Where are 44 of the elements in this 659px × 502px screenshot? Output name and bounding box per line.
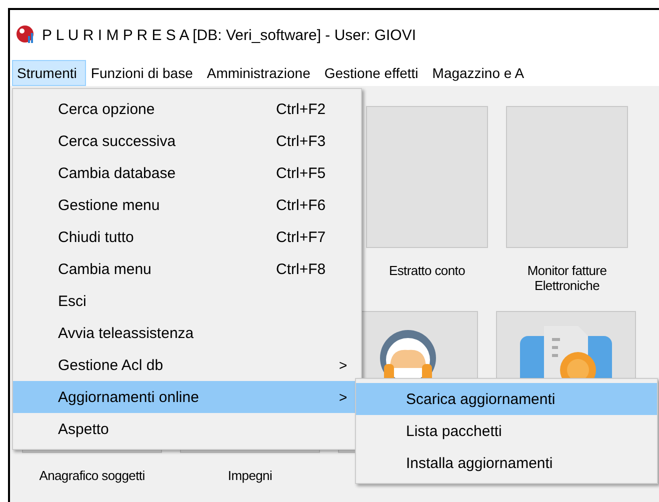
submenu-item[interactable]: Scarica aggiornamenti [356,383,657,415]
tile-button[interactable] [506,106,628,248]
menu-item-label: Avvia teleassistenza [58,324,194,342]
menu-item[interactable]: Gestione menu Ctrl+F6 [13,189,361,221]
submenu-arrow: > [339,389,348,405]
menu-item-label: Cambia database [58,164,176,182]
menu-item-label: Esci [58,292,86,310]
shortcut-text: Ctrl+F6 [276,196,326,214]
tile-label: Impegni [228,468,272,483]
menu-item[interactable]: Gestione Acl db > [13,349,361,381]
shortcut-text: Ctrl+F3 [276,132,326,150]
submenu-item[interactable]: Lista pacchetti [356,415,657,447]
menu-item-label: Cerca successiva [58,132,176,150]
menu-item-label: Cambia menu [58,260,152,278]
menu-item[interactable]: Cerca opzione Ctrl+F2 [13,93,361,125]
shortcut-text: Ctrl+F5 [276,164,326,182]
submenu-item[interactable]: Installa aggiornamenti [356,447,657,479]
menu-bar-item[interactable]: Gestione effetti [319,60,428,86]
menu-item[interactable]: Cerca successiva Ctrl+F3 [13,125,361,157]
menu-item[interactable]: Avvia teleassistenza [13,317,361,349]
app-logo-icon [16,25,36,45]
menu-bar-item[interactable]: Magazzino e A [427,60,534,86]
menu-bar-item[interactable]: Amministrazione [202,60,320,86]
shortcut-text: Ctrl+F2 [276,100,326,118]
menu-bar-item[interactable]: Strumenti [12,60,86,86]
tile-label: Estratto conto [388,263,465,278]
submenu-arrow: > [339,357,348,373]
menu-item-label: Aspetto [58,420,109,438]
tile-button[interactable] [366,106,488,248]
menu-item-label: Chiudi tutto [58,228,134,246]
shortcut-text: Ctrl+F7 [276,228,326,246]
window-title: P L U R I M P R E S A [DB: Veri_software] - User: GIOVI [42,26,416,44]
menu-item[interactable]: Cambia database Ctrl+F5 [13,157,361,189]
menu-item-label: Gestione menu [58,196,160,214]
tile-label: Monitor fatture Elettroniche [527,263,607,293]
tile-label: Anagrafico soggetti [39,468,145,483]
shortcut-text: Ctrl+F8 [276,260,326,278]
menu-item[interactable]: Chiudi tutto Ctrl+F7 [13,221,361,253]
menu-item[interactable]: Esci [13,285,361,317]
menu-item-label: Aggiornamenti online [58,388,199,406]
menu-bar-item[interactable]: Funzioni di base [86,60,202,86]
menu-item-label: Gestione Acl db [58,356,164,374]
menu-item[interactable]: Cambia menu Ctrl+F8 [13,253,361,285]
menu-item-label: Cerca opzione [58,100,155,118]
